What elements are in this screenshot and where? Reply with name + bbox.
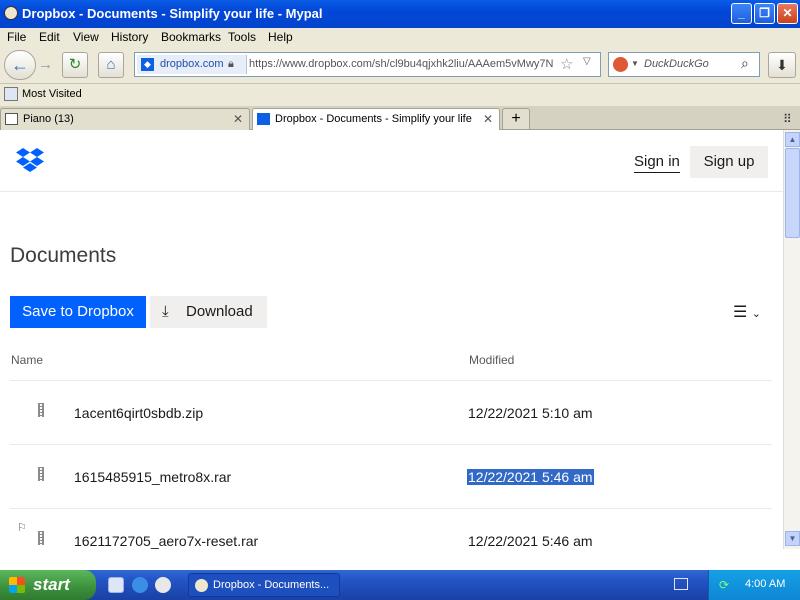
new-tab-button[interactable]: + <box>502 108 530 130</box>
list-view-icon: ☰ <box>733 304 748 321</box>
home-icon: ⌂ <box>106 56 116 73</box>
column-header-name[interactable]: Name <box>11 353 43 367</box>
flag-icon: ⚐ <box>17 522 27 534</box>
duckduckgo-icon[interactable] <box>613 57 628 72</box>
url-text[interactable]: https://www.dropbox.com/sh/cl9bu4qjxhk2l… <box>249 58 559 70</box>
quicklaunch-ie-icon[interactable] <box>132 577 148 593</box>
maximize-button[interactable]: ❐ <box>754 3 775 24</box>
window-title: Dropbox - Documents - Simplify your life… <box>22 6 323 21</box>
vertical-scrollbar[interactable]: ▲ ▼ <box>783 130 800 549</box>
engine-dropdown-icon[interactable]: ▼ <box>631 59 639 68</box>
network-icon[interactable]: ⟳ <box>719 578 733 592</box>
dropbox-logo-icon[interactable] <box>16 148 44 172</box>
lock-icon: 🔒︎ <box>228 58 234 70</box>
dropbox-favicon: ◆ <box>141 58 154 71</box>
quicklaunch-media-icon[interactable] <box>155 577 171 593</box>
forward-button[interactable]: → <box>38 56 53 73</box>
mypal-icon <box>195 579 208 592</box>
nav-toolbar: ← → ↻ ⌂ ◆ dropbox.com 🔒︎ https://www.dro… <box>0 46 800 84</box>
tab-list-icon[interactable]: ⠿ <box>783 112 792 126</box>
reload-icon: ↻ <box>68 56 82 73</box>
menu-bookmarks[interactable]: Bookmarks <box>161 30 221 44</box>
chevron-down-icon: ⌄ <box>751 308 762 320</box>
search-icon[interactable]: ⌕ <box>741 55 749 72</box>
scroll-thumb[interactable] <box>785 148 800 238</box>
windows-logo-icon <box>9 577 25 593</box>
url-dropdown-icon[interactable]: ▽ <box>583 56 591 67</box>
site-domain: dropbox.com <box>160 58 224 70</box>
tab-piano[interactable]: Piano (13) ✕ <box>0 108 250 130</box>
archive-file-icon <box>38 467 44 481</box>
tab-close-icon[interactable]: ✕ <box>233 112 243 126</box>
back-arrow-icon: ← <box>11 55 29 75</box>
forward-arrow-icon: → <box>38 56 53 73</box>
reload-button[interactable]: ↻ <box>62 52 88 78</box>
view-options-button[interactable]: ☰ ⌄ <box>733 302 761 322</box>
plus-icon: + <box>511 110 521 127</box>
menu-help[interactable]: Help <box>268 30 293 44</box>
file-row[interactable]: 1acent6qirt0sbdb.zip 12/22/2021 5:10 am <box>10 381 772 444</box>
sign-up-button[interactable]: Sign up <box>690 146 768 178</box>
tab-label: Piano (13) <box>23 113 74 125</box>
page-title: Documents <box>10 244 117 267</box>
menu-tools[interactable]: Tools <box>228 30 256 44</box>
tab-strip: Piano (13) ✕ Dropbox - Documents - Simpl… <box>0 106 800 131</box>
scroll-up-icon[interactable]: ▲ <box>785 132 800 147</box>
file-name[interactable]: 1615485915_metro8x.rar <box>74 469 231 485</box>
tab-close-icon[interactable]: ✕ <box>483 112 493 126</box>
taskbar: start Dropbox - Documents... ⟳ 4:00 AM <box>0 570 800 600</box>
keyboard-icon[interactable] <box>674 578 688 590</box>
file-modified-selected: 12/22/2021 5:46 am <box>467 469 594 485</box>
home-button[interactable]: ⌂ <box>98 52 124 78</box>
start-label: start <box>33 575 70 594</box>
start-button[interactable]: start <box>0 570 96 600</box>
bookmark-star-icon[interactable]: ☆ <box>560 55 573 73</box>
download-arrow-icon: ⬇ <box>776 57 788 73</box>
close-button[interactable]: ✕ <box>777 3 798 24</box>
minimize-button[interactable]: _ <box>731 3 752 24</box>
save-to-dropbox-button[interactable]: Save to Dropbox <box>10 296 146 328</box>
most-visited-icon <box>4 87 18 101</box>
archive-file-icon <box>38 531 44 545</box>
quicklaunch-explorer-icon[interactable] <box>108 577 124 593</box>
back-button[interactable]: ← <box>4 50 36 80</box>
clock[interactable]: 4:00 AM <box>745 578 785 590</box>
piano-tab-icon <box>5 113 18 125</box>
tab-dropbox[interactable]: Dropbox - Documents - Simplify your life… <box>252 108 500 131</box>
download-label: Download <box>186 303 253 320</box>
scroll-down-icon[interactable]: ▼ <box>785 531 800 546</box>
page-content: Sign in Sign up Documents Save to Dropbo… <box>0 130 783 549</box>
sign-in-link[interactable]: Sign in <box>634 153 680 173</box>
file-name[interactable]: 1acent6qirt0sbdb.zip <box>74 405 203 421</box>
menu-view[interactable]: View <box>73 30 99 44</box>
file-modified: 12/22/2021 5:10 am <box>468 405 593 421</box>
system-tray: ⟳ 4:00 AM <box>708 570 800 600</box>
header-divider <box>0 191 783 192</box>
title-bar[interactable]: Dropbox - Documents - Simplify your life… <box>0 0 800 28</box>
download-button[interactable]: ⤓ Download <box>150 296 267 328</box>
download-icon: ⤓ <box>162 303 169 320</box>
file-row[interactable]: ⚐ 1621172705_aero7x-reset.rar 12/22/2021… <box>10 509 772 549</box>
tab-label: Dropbox - Documents - Simplify your life <box>275 113 472 125</box>
menu-edit[interactable]: Edit <box>39 30 60 44</box>
downloads-button[interactable]: ⬇ <box>768 52 796 78</box>
menu-file[interactable]: File <box>7 30 26 44</box>
menu-bar: File Edit View History Bookmarks Tools H… <box>0 28 800 46</box>
site-identity[interactable]: ◆ dropbox.com 🔒︎ <box>137 55 247 74</box>
column-header-modified[interactable]: Modified <box>469 353 514 367</box>
most-visited-bookmark[interactable]: Most Visited <box>22 88 82 100</box>
app-icon <box>4 6 18 20</box>
file-modified: 12/22/2021 5:46 am <box>468 533 593 549</box>
url-bar[interactable]: ◆ dropbox.com 🔒︎ https://www.dropbox.com… <box>134 52 601 77</box>
taskbar-item-dropbox[interactable]: Dropbox - Documents... <box>188 573 340 597</box>
file-name[interactable]: 1621172705_aero7x-reset.rar <box>74 533 258 549</box>
bookmarks-bar: Most Visited <box>0 84 800 106</box>
file-row[interactable]: 1615485915_metro8x.rar 12/22/2021 5:46 a… <box>10 445 772 508</box>
menu-history[interactable]: History <box>111 30 148 44</box>
taskbar-item-label: Dropbox - Documents... <box>213 579 330 591</box>
search-bar[interactable]: ▼ DuckDuckGo ⌕ <box>608 52 760 77</box>
dropbox-tab-icon <box>257 113 270 125</box>
search-placeholder: DuckDuckGo <box>644 58 709 70</box>
archive-file-icon <box>38 403 44 417</box>
